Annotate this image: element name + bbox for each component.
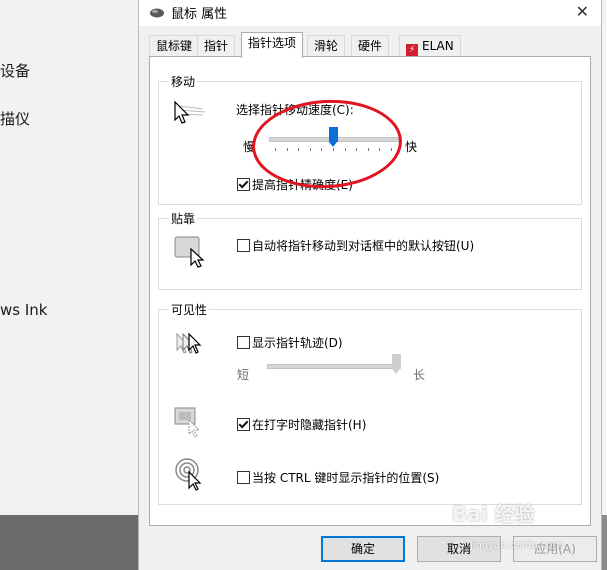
- trails-short-label: 短: [237, 368, 250, 382]
- pointer-trails-label[interactable]: 显示指针轨迹(D): [252, 334, 343, 351]
- slider-tick: [310, 148, 311, 151]
- tab-label: 滑轮: [314, 39, 339, 53]
- tab-elan[interactable]: ⚡ ELAN: [399, 35, 461, 57]
- trails-length-track[interactable]: [267, 364, 401, 369]
- pointer-speed-ticks: [275, 148, 392, 152]
- slider-tick: [275, 148, 276, 151]
- trails-length-slider-thumb[interactable]: [392, 354, 401, 374]
- tab-pointer-options[interactable]: 指针选项: [241, 32, 304, 58]
- tab-label: ELAN: [422, 39, 454, 53]
- pointer-speed-icon: [174, 100, 206, 124]
- background-taskbar: [0, 515, 140, 570]
- background-text-devices: 设备: [0, 62, 31, 80]
- background-text-windows-ink: ws Ink: [0, 301, 48, 319]
- cancel-button[interactable]: 取消: [417, 536, 501, 562]
- tab-wheel[interactable]: 滑轮: [307, 35, 346, 57]
- hide-while-typing-label[interactable]: 在打字时隐藏指针(H): [252, 416, 366, 433]
- hide-pointer-icon: [174, 407, 201, 438]
- snap-to-icon: [174, 236, 205, 268]
- motion-group: 移动 选择指针移动速度(C): 慢 快 提高指针精确度(E): [158, 73, 582, 205]
- snap-to-default-checkbox[interactable]: [237, 239, 250, 252]
- slider-tick: [321, 148, 322, 151]
- slider-tick: [333, 148, 334, 151]
- pointer-trails-icon: [176, 332, 202, 354]
- slider-tick: [298, 148, 299, 151]
- pointer-speed-label: 选择指针移动速度(C):: [236, 103, 354, 117]
- tab-label: 硬件: [358, 39, 383, 53]
- motion-group-label: 移动: [169, 73, 198, 90]
- show-location-ctrl-label[interactable]: 当按 CTRL 键时显示指针的位置(S): [252, 469, 439, 486]
- dialog-title: 鼠标 属性: [171, 7, 228, 22]
- background-window: 设备 描仪 ws Ink: [0, 0, 140, 515]
- snap-group: 贴靠 自动将指针移动到对话框中的默认按钮(U): [158, 210, 582, 290]
- tab-hardware[interactable]: 硬件: [351, 35, 390, 57]
- pointer-trails-checkbox[interactable]: [237, 336, 250, 349]
- enhance-precision-checkbox[interactable]: [237, 178, 250, 191]
- close-button[interactable]: ✕: [576, 2, 589, 21]
- apply-button[interactable]: 应用(A): [513, 536, 597, 562]
- tab-mouse-buttons[interactable]: 鼠标键: [149, 35, 200, 57]
- slider-tick: [368, 148, 369, 151]
- trails-long-label: 长: [413, 368, 426, 382]
- snap-to-default-label[interactable]: 自动将指针移动到对话框中的默认按钮(U): [252, 237, 474, 254]
- mouse-properties-dialog: 鼠标 属性 ✕ 鼠标键 指针 指针选项 滑轮 硬件 ⚡ ELAN 移动 选择指针移…: [138, 0, 602, 570]
- title-bar[interactable]: 鼠标 属性 ✕: [139, 0, 601, 26]
- tab-label: 鼠标键: [156, 39, 193, 53]
- slider-tick: [379, 148, 380, 151]
- pointer-speed-slider-thumb[interactable]: [329, 127, 338, 147]
- show-location-icon: [175, 458, 202, 491]
- slow-label: 慢: [243, 140, 256, 154]
- mouse-icon: [150, 8, 164, 18]
- enhance-precision-label[interactable]: 提高指针精确度(E): [252, 176, 353, 193]
- ok-button[interactable]: 确定: [321, 536, 405, 562]
- tab-label: 指针: [204, 39, 229, 53]
- elan-logo-icon: ⚡: [406, 44, 418, 56]
- visibility-group: 可见性 显示指针轨迹(D) 短 长 在打字时隐藏指针(H) 当按 CTRL 键时…: [158, 301, 582, 505]
- slider-tick: [345, 148, 346, 151]
- hide-while-typing-checkbox[interactable]: [237, 418, 250, 431]
- snap-group-label: 贴靠: [169, 210, 198, 227]
- pointer-options-panel: 移动 选择指针移动速度(C): 慢 快 提高指针精确度(E) 贴靠 自动将指针移…: [149, 56, 591, 526]
- visibility-group-label: 可见性: [169, 301, 210, 318]
- background-text-scanner: 描仪: [0, 110, 31, 128]
- slider-tick: [356, 148, 357, 151]
- slider-tick: [391, 148, 392, 151]
- tab-label: 指针选项: [248, 36, 297, 50]
- tab-pointers[interactable]: 指针: [197, 35, 236, 57]
- slider-tick: [287, 148, 288, 151]
- show-location-ctrl-checkbox[interactable]: [237, 471, 250, 484]
- fast-label: 快: [405, 140, 418, 154]
